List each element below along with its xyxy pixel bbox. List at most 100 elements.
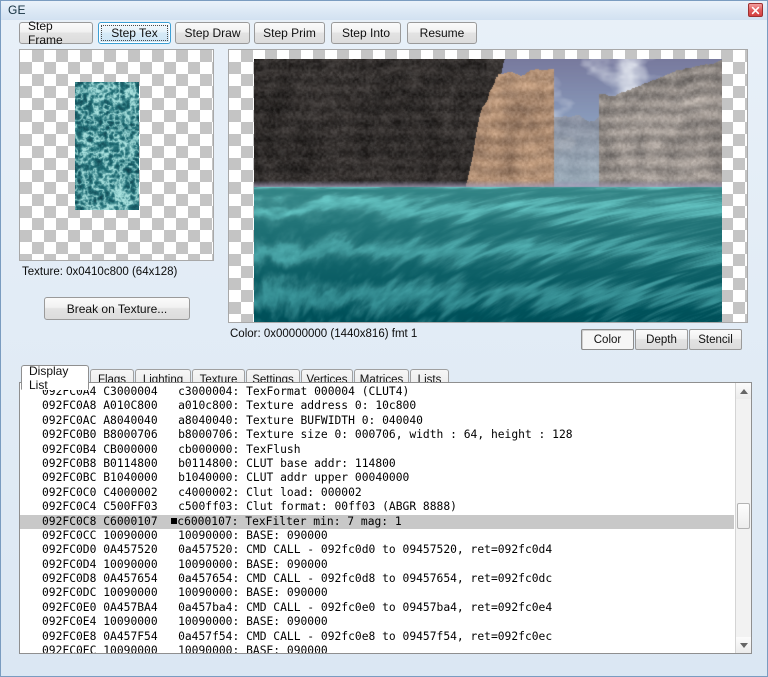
table-row[interactable]: 092FC0D4 10090000 10090000: BASE: 090000 — [20, 558, 734, 572]
row-address: 092FC0AC — [42, 413, 97, 427]
row-word: B1040000 — [103, 471, 158, 485]
row-word: 0A457654 — [103, 572, 158, 586]
texture-info-label: Texture: 0x0410c800 (64x128) — [22, 266, 178, 278]
row-address: 092FC0EC — [42, 644, 97, 654]
toolbar-button-resume[interactable]: Resume — [407, 22, 477, 44]
table-row[interactable]: 092FC0EC 10090000 10090000: BASE: 090000 — [20, 644, 734, 654]
row-word: CB000000 — [103, 442, 158, 456]
window-title: GE — [8, 3, 26, 17]
row-address: 092FC0DC — [42, 586, 97, 600]
toolbar-button-label: Step Draw — [184, 26, 241, 40]
table-row[interactable]: 092FC0D8 0A457654 0a457654: CMD CALL - 0… — [20, 572, 734, 586]
tab-display-list[interactable]: Display List — [21, 364, 89, 392]
toolbar-button-label: Step Frame — [28, 19, 63, 47]
toolbar-button-step-tex[interactable]: Step Tex — [98, 22, 171, 44]
row-disassembly: b8000706: Texture size 0: 000706, width … — [178, 428, 573, 442]
table-row[interactable]: 092FC0B0 B8000706 b8000706: Texture size… — [20, 428, 734, 442]
toolbar-button-label: Step Into — [341, 26, 391, 40]
toolbar-button-step-draw[interactable]: Step Draw — [175, 22, 250, 44]
framebuffer-mode-stencil-button[interactable]: Stencil — [689, 329, 742, 350]
row-disassembly: 0a457ba4: CMD CALL - 092fc0e0 to 09457ba… — [178, 600, 553, 614]
row-disassembly: 10090000: BASE: 090000 — [178, 557, 328, 571]
close-icon[interactable] — [748, 3, 763, 17]
row-word: 10090000 — [103, 528, 158, 542]
table-row[interactable]: 092FC0D0 0A457520 0a457520: CMD CALL - 0… — [20, 543, 734, 557]
toolbar-button-step-frame[interactable]: Step Frame — [19, 19, 93, 47]
row-word: 0A457520 — [103, 543, 158, 557]
framebuffer-preview-panel[interactable] — [228, 49, 748, 323]
table-row[interactable]: 092FC0C0 C4000002 c4000002: Clut load: 0… — [20, 486, 734, 500]
row-disassembly: b1040000: CLUT addr upper 00040000 — [178, 471, 410, 485]
row-disassembly: b0114800: CLUT base addr: 114800 — [178, 456, 396, 470]
row-address: 092FC0B4 — [42, 442, 97, 456]
row-disassembly: 10090000: BASE: 090000 — [178, 615, 328, 629]
row-address: 092FC0BC — [42, 471, 97, 485]
row-address: 092FC0B8 — [42, 456, 97, 470]
row-word: A010C800 — [103, 399, 158, 413]
framebuffer-mode-color-button[interactable]: Color — [581, 329, 634, 350]
row-disassembly: a8040040: Texture BUFWIDTH 0: 040040 — [178, 413, 423, 427]
row-address: 092FC0D0 — [42, 543, 97, 557]
scroll-up-arrow-icon[interactable] — [736, 383, 751, 399]
row-word: 0A457F54 — [103, 629, 158, 643]
row-address: 092FC0E0 — [42, 600, 97, 614]
row-address: 092FC0E8 — [42, 629, 97, 643]
texture-preview-image — [75, 82, 139, 210]
framebuffer-mode-depth-button[interactable]: Depth — [635, 329, 688, 350]
display-list-box[interactable]: 092FC0A4 C3000004 c3000004: TexFormat 00… — [19, 382, 752, 654]
row-address: 092FC0B0 — [42, 428, 97, 442]
row-disassembly: cb000000: TexFlush — [178, 442, 301, 456]
row-disassembly: 10090000: BASE: 090000 — [178, 586, 328, 600]
scroll-down-arrow-icon[interactable] — [736, 637, 751, 653]
row-word: C6000107 — [103, 514, 158, 528]
row-address: 092FC0C8 — [42, 514, 97, 528]
framebuffer-preview-image — [254, 59, 722, 322]
row-disassembly: 10090000: BASE: 090000 — [178, 528, 328, 542]
row-word: B0114800 — [103, 456, 158, 470]
debug-tabs-area: Display List Flags Lighting Texture Settings… — [19, 359, 752, 659]
table-row[interactable]: 092FC0E8 0A457F54 0a457f54: CMD CALL - 0… — [20, 630, 734, 644]
table-row[interactable]: 092FC0C4 C500FF03 c500ff03: Clut format:… — [20, 500, 734, 514]
row-word: 10090000 — [103, 615, 158, 629]
row-word: 10090000 — [103, 644, 158, 654]
table-row[interactable]: 092FC0C8 C6000107 c6000107: TexFilter mi… — [20, 514, 734, 529]
toolbar-button-step-prim[interactable]: Step Prim — [254, 22, 325, 44]
table-row[interactable]: 092FC0AC A8040040 a8040040: Texture BUFW… — [20, 414, 734, 428]
row-address: 092FC0C4 — [42, 500, 97, 514]
row-word: 0A457BA4 — [103, 600, 158, 614]
display-list-scrollbar[interactable] — [735, 383, 751, 653]
toolbar-button-label: Step Prim — [263, 26, 316, 40]
row-disassembly: a010c800: Texture address 0: 10c800 — [178, 399, 417, 413]
row-disassembly: 0a457f54: CMD CALL - 092fc0e8 to 09457f5… — [178, 629, 553, 643]
table-row[interactable]: 092FC0E0 0A457BA4 0a457ba4: CMD CALL - 0… — [20, 601, 734, 615]
row-disassembly: 0a457654: CMD CALL - 092fc0d8 to 0945765… — [178, 572, 553, 586]
table-row[interactable]: 092FC0E4 10090000 10090000: BASE: 090000 — [20, 615, 734, 629]
row-disassembly: c500ff03: Clut format: 00ff03 (ABGR 8888… — [178, 500, 457, 514]
table-row[interactable]: 092FC0A4 C3000004 c3000004: TexFormat 00… — [20, 385, 734, 399]
table-row[interactable]: 092FC0CC 10090000 10090000: BASE: 090000 — [20, 529, 734, 543]
ge-debugger-window: GE Step Frame Step Tex Step Draw Step Prim S… — [0, 0, 768, 677]
title-bar: GE — [1, 1, 767, 20]
scrollbar-thumb[interactable] — [737, 503, 750, 529]
row-address: 092FC0D8 — [42, 572, 97, 586]
break-on-texture-button[interactable]: Break on Texture... — [44, 297, 190, 320]
display-list-rows: 092FC0A4 C3000004 c3000004: TexFormat 00… — [20, 385, 734, 654]
stepping-toolbar: Step Frame Step Tex Step Draw Step Prim Step… — [1, 19, 767, 48]
row-word: B8000706 — [103, 428, 158, 442]
table-row[interactable]: 092FC0DC 10090000 10090000: BASE: 090000 — [20, 586, 734, 600]
row-word: A8040040 — [103, 413, 158, 427]
table-row[interactable]: 092FC0BC B1040000 b1040000: CLUT addr up… — [20, 471, 734, 485]
table-row[interactable]: 092FC0B8 B0114800 b0114800: CLUT base ad… — [20, 457, 734, 471]
table-row[interactable]: 092FC0A8 A010C800 a010c800: Texture addr… — [20, 399, 734, 413]
row-disassembly: c6000107: TexFilter min: 7 mag: 1 — [177, 514, 402, 528]
row-address: 092FC0E4 — [42, 615, 97, 629]
texture-preview-panel[interactable] — [19, 49, 214, 261]
row-address: 092FC0C0 — [42, 485, 97, 499]
row-disassembly: c3000004: TexFormat 000004 (CLUT4) — [178, 385, 410, 398]
row-address: 092FC0CC — [42, 528, 97, 542]
row-word: 10090000 — [103, 557, 158, 571]
table-row[interactable]: 092FC0B4 CB000000 cb000000: TexFlush — [20, 443, 734, 457]
toolbar-button-step-into[interactable]: Step Into — [331, 22, 401, 44]
row-disassembly: 10090000: BASE: 090000 — [178, 644, 328, 654]
row-word: C3000004 — [103, 385, 158, 398]
